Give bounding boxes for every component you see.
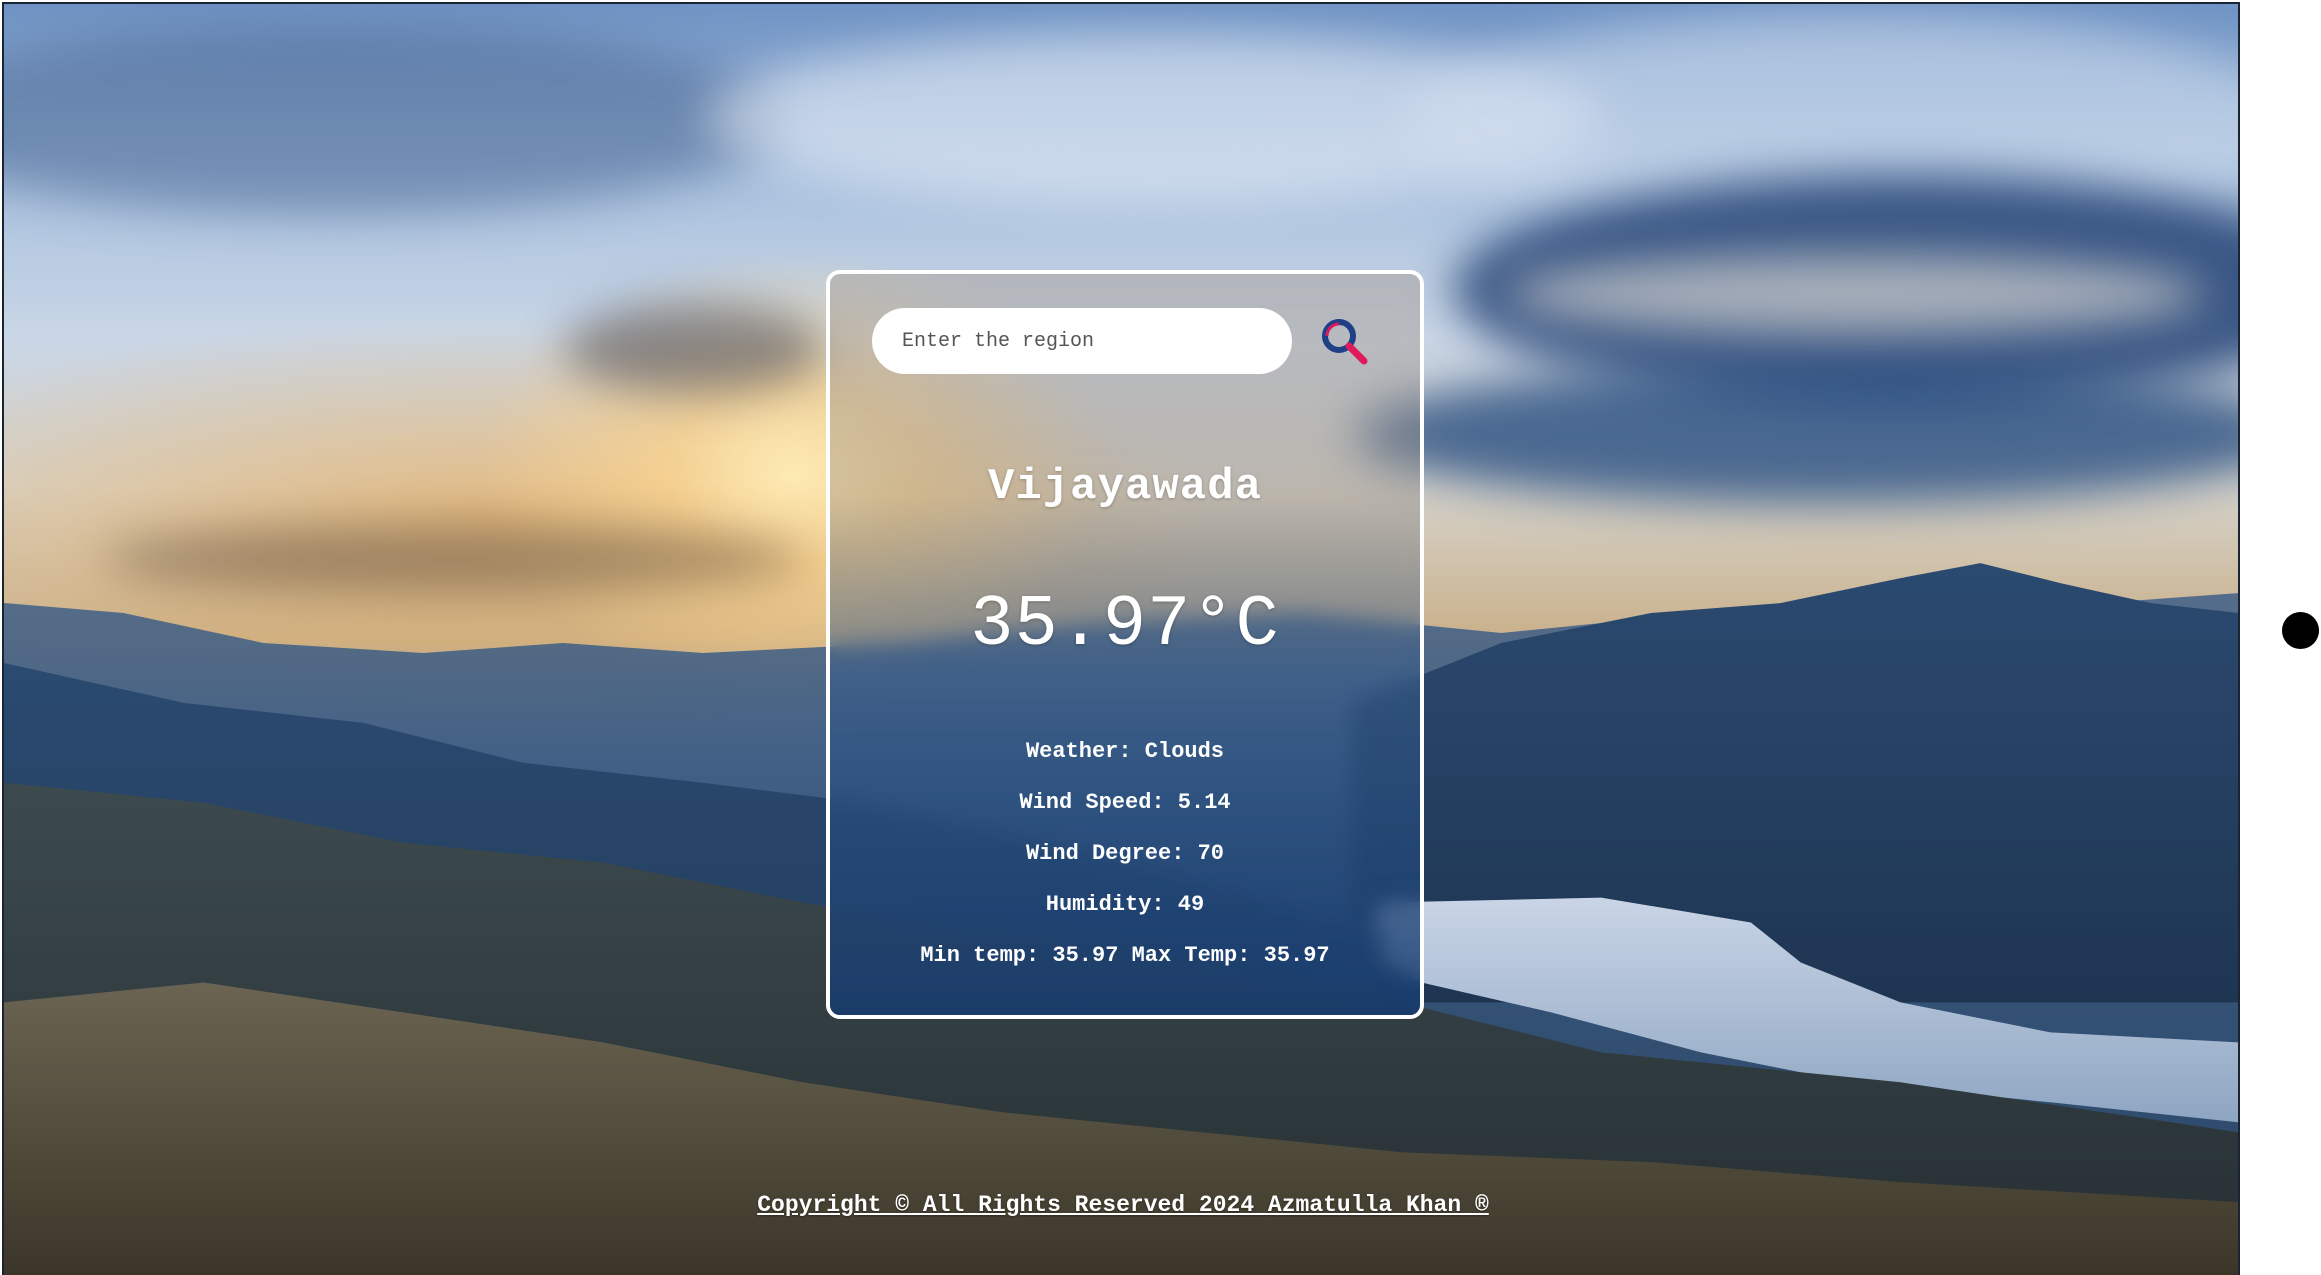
search-bar (872, 308, 1372, 374)
slider-dot-indicator[interactable] (2282, 612, 2319, 649)
weather-condition: Weather: Clouds (1025, 739, 1225, 764)
wind-speed: Wind Speed: 5.14 (1019, 790, 1231, 815)
weather-details: Weather: Clouds Wind Speed: 5.14 Wind De… (830, 726, 1420, 981)
region-search-input[interactable] (872, 308, 1292, 374)
copyright-footer: Copyright © All Rights Reserved 2024 Azm… (757, 1192, 1489, 1218)
humidity: Humidity: 49 (1045, 892, 1205, 917)
search-button[interactable] (1316, 313, 1372, 369)
wind-degree: Wind Degree: 70 (1025, 841, 1225, 866)
city-name: Vijayawada (987, 462, 1263, 512)
temperature-value: 35.97°C (970, 584, 1280, 666)
min-max-temperature: Min temp: 35.97 Max Temp: 35.97 (920, 943, 1330, 968)
search-icon (1322, 319, 1368, 365)
app-viewport: Vijayawada 35.97°C Weather: Clouds Wind … (2, 2, 2240, 1275)
weather-card: Vijayawada 35.97°C Weather: Clouds Wind … (826, 270, 1424, 1019)
